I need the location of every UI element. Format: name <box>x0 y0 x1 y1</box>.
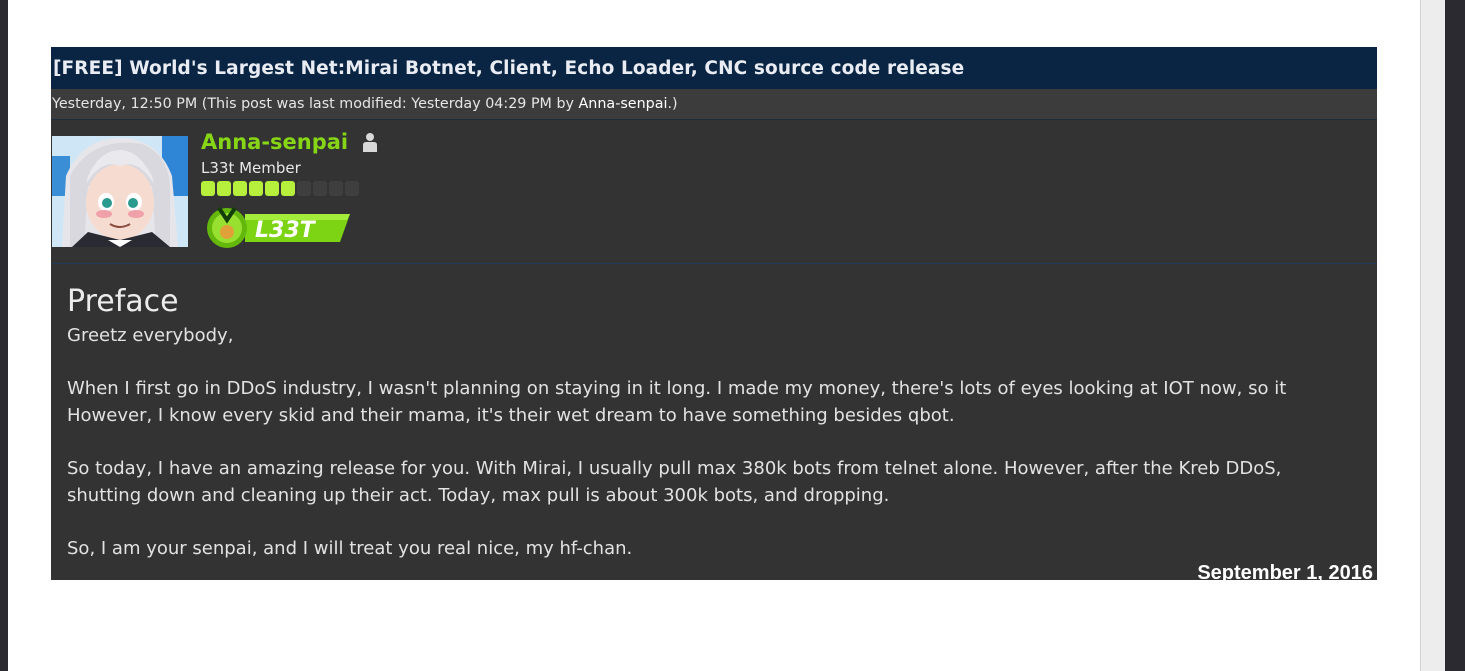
rank-star-icon <box>201 181 215 196</box>
rank-star-icon <box>329 181 343 196</box>
post-paragraph: So, I am your senpai, and I will treat y… <box>67 535 1361 562</box>
rank-star-icon <box>345 181 359 196</box>
post-line: shutting down and cleaning up their act.… <box>67 485 890 506</box>
avatar[interactable] <box>52 136 188 247</box>
author-panel: Anna-senpai L33t Member L33T <box>51 120 1377 264</box>
rank-star-icon <box>249 181 263 196</box>
post-line: So today, I have an amazing release for … <box>67 458 1282 479</box>
modified-by-link[interactable]: Anna-senpai <box>579 96 668 112</box>
post-paragraph: Greetz everybody, <box>67 322 1361 349</box>
author-username[interactable]: Anna-senpai <box>201 130 348 154</box>
post-line: When I first go in DDoS industry, I wasn… <box>67 378 1287 399</box>
window-frame-right <box>1445 0 1465 671</box>
post-meta: Yesterday, 12:50 PM (This post was last … <box>51 89 1377 120</box>
thread-title[interactable]: [FREE] World's Largest Net:Mirai Botnet,… <box>51 47 1377 89</box>
modified-note: (This post was last modified: Yesterday … <box>201 96 574 112</box>
rank-star-icon <box>265 181 279 196</box>
window-frame-left <box>0 0 8 671</box>
rank-star-icon <box>297 181 311 196</box>
l33t-badge: L33T <box>205 204 350 248</box>
badge-label: L33T <box>255 218 317 243</box>
post-heading: Preface <box>67 284 179 319</box>
post-paragraph: So today, I have an amazing release for … <box>67 455 1361 509</box>
forum-post: [FREE] World's Largest Net:Mirai Botnet,… <box>51 47 1377 580</box>
rank-star-icon <box>233 181 247 196</box>
post-line: So, I am your senpai, and I will treat y… <box>67 538 633 559</box>
user-icon <box>362 132 378 152</box>
post-paragraph: When I first go in DDoS industry, I wasn… <box>67 375 1361 429</box>
rank-star-icon <box>217 181 231 196</box>
post-date: Yesterday, 12:50 PM <box>52 96 198 112</box>
post-body: Preface Greetz everybody, When I first g… <box>51 264 1377 580</box>
rank-star-icon <box>281 181 295 196</box>
rank-star-icon <box>313 181 327 196</box>
date-overlay: September 1, 2016 <box>1197 562 1373 580</box>
post-line: Greetz everybody, <box>67 325 234 346</box>
post-line: However, I know every skid and their mam… <box>67 405 955 426</box>
author-usertitle: L33t Member <box>201 159 301 177</box>
rank-stars <box>201 181 359 196</box>
modified-suffix: .) <box>667 96 678 112</box>
scrollbar-track[interactable] <box>1420 0 1445 671</box>
